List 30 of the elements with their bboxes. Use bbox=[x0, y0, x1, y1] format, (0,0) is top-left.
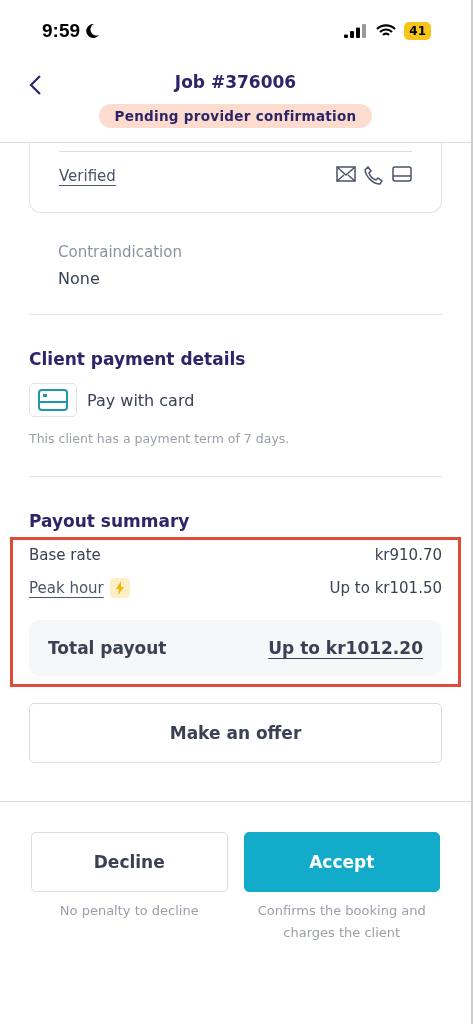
contraindication-value: None bbox=[58, 269, 101, 288]
total-value[interactable]: Up to kr1012.20 bbox=[268, 638, 423, 658]
rate-value: kr910.70 bbox=[374, 546, 442, 564]
total-label: Total payout bbox=[48, 638, 167, 658]
button-caption: Confirms the booking and charges the client bbox=[256, 902, 427, 942]
verified-link[interactable]: Verified bbox=[59, 167, 116, 185]
mail-icon[interactable] bbox=[336, 166, 356, 182]
payment-note: This client has a payment term of 7 days. bbox=[29, 431, 291, 446]
button-caption: No penalty to decline bbox=[59, 902, 199, 920]
job-title: Job #376006 bbox=[174, 72, 297, 92]
battery-icon: 41 bbox=[404, 22, 431, 40]
phone-icon[interactable] bbox=[364, 166, 384, 186]
signal-icon bbox=[344, 24, 369, 38]
card-icon[interactable] bbox=[392, 166, 412, 182]
status-time: 9:59 bbox=[42, 20, 81, 42]
rate-value: Up to kr101.50 bbox=[329, 579, 442, 597]
payment-method: Pay with card bbox=[87, 390, 195, 410]
lightning-icon bbox=[109, 578, 130, 598]
section-title: Client payment details bbox=[29, 349, 247, 369]
status-badge: Pending provider confirmation bbox=[99, 104, 372, 128]
contraindication-label: Contraindication bbox=[58, 243, 183, 261]
wifi-icon bbox=[376, 24, 397, 38]
section-title: Payout summary bbox=[29, 511, 191, 531]
rate-label: Base rate bbox=[29, 546, 101, 564]
card-icon bbox=[29, 383, 77, 417]
make-offer-button[interactable]: Make an offer bbox=[29, 703, 442, 763]
peak-hour-link[interactable]: Peak hour bbox=[29, 579, 104, 597]
decline-button[interactable]: Decline bbox=[31, 832, 228, 892]
moon-icon bbox=[84, 23, 101, 39]
back-icon[interactable] bbox=[28, 74, 42, 96]
